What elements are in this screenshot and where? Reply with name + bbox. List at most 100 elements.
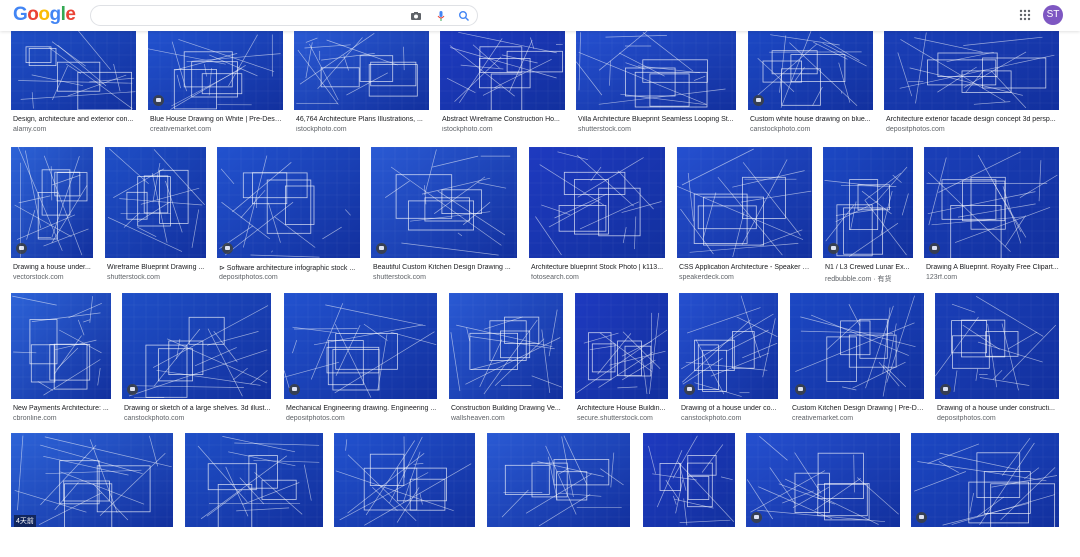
result-title[interactable]: CSS Application Architecture - Speaker D… bbox=[679, 264, 812, 271]
result-title[interactable]: New Payments Architecture: ... bbox=[13, 405, 111, 412]
image-result[interactable]: Construction Building Drawing Ve... walls… bbox=[449, 293, 563, 429]
avatar[interactable]: ST bbox=[1043, 5, 1063, 25]
result-thumbnail[interactable] bbox=[148, 31, 283, 110]
image-result[interactable]: Drawing A Blueprint. Royalty Free Clipar… bbox=[924, 147, 1059, 288]
result-source[interactable]: shutterstock.com bbox=[107, 274, 206, 281]
result-source[interactable]: alamy.com bbox=[13, 126, 136, 133]
result-source[interactable]: cbronline.com bbox=[13, 415, 111, 422]
result-title[interactable]: 46,764 Architecture Plans Illustrations,… bbox=[296, 116, 429, 123]
result-title[interactable]: Beautiful Custom Kitchen Design Drawing … bbox=[373, 264, 517, 271]
result-thumbnail[interactable] bbox=[185, 433, 323, 527]
result-thumbnail[interactable] bbox=[679, 293, 778, 399]
result-source[interactable]: secure.shutterstock.com bbox=[577, 415, 668, 422]
result-source[interactable]: 123rf.com bbox=[926, 274, 1059, 281]
image-result[interactable]: ⊳ Software architecture infographic stoc… bbox=[217, 147, 360, 288]
result-title[interactable]: Mechanical Engineering drawing. Engineer… bbox=[286, 405, 437, 412]
result-thumbnail[interactable] bbox=[748, 31, 873, 110]
result-source[interactable]: depositphotos.com bbox=[219, 274, 360, 281]
result-title[interactable]: Construction Building Drawing Ve... bbox=[451, 405, 563, 412]
result-title[interactable]: Wireframe Blueprint Drawing ... bbox=[107, 264, 206, 271]
image-result[interactable]: Wireframe Blueprint Drawing ... shutterst… bbox=[105, 147, 206, 288]
result-title[interactable]: Abstract Wireframe Construction Ho... bbox=[442, 116, 565, 123]
result-thumbnail[interactable] bbox=[217, 147, 360, 258]
result-source[interactable]: depositphotos.com bbox=[886, 126, 1059, 133]
image-result[interactable]: Architecture blueprint Stock Photo | k11… bbox=[529, 147, 665, 288]
result-thumbnail[interactable] bbox=[440, 31, 565, 110]
result-thumbnail[interactable] bbox=[487, 433, 630, 527]
result-source[interactable]: creativemarket.com bbox=[150, 126, 283, 133]
image-result[interactable]: Blue House Drawing on White | Pre-Desig.… bbox=[148, 31, 283, 140]
result-thumbnail[interactable] bbox=[449, 293, 563, 399]
result-thumbnail[interactable] bbox=[924, 147, 1059, 258]
image-result[interactable]: Architecture exterior facade design conc… bbox=[884, 31, 1059, 140]
result-thumbnail[interactable] bbox=[105, 147, 206, 258]
result-source[interactable]: istockphoto.com bbox=[442, 126, 565, 133]
image-result[interactable]: Architecture House Buildin... secure.shut… bbox=[575, 293, 668, 429]
result-source[interactable]: shutterstock.com bbox=[578, 126, 736, 133]
result-thumbnail[interactable] bbox=[11, 433, 173, 527]
result-source[interactable]: canstockphoto.com bbox=[681, 415, 778, 422]
result-source[interactable]: vectorstock.com bbox=[13, 274, 93, 281]
image-result[interactable] bbox=[746, 433, 900, 557]
image-result[interactable]: Custom Kitchen Design Drawing | Pre-De..… bbox=[790, 293, 924, 429]
result-thumbnail[interactable] bbox=[884, 31, 1059, 110]
image-result[interactable] bbox=[185, 433, 323, 557]
result-source[interactable]: shutterstock.com bbox=[373, 274, 517, 281]
result-thumbnail[interactable] bbox=[823, 147, 913, 258]
result-thumbnail[interactable] bbox=[746, 433, 900, 527]
image-result[interactable]: Drawing of a house under constructi... de… bbox=[935, 293, 1059, 429]
result-title[interactable]: Drawing A Blueprint. Royalty Free Clipar… bbox=[926, 264, 1059, 271]
image-result[interactable]: N1 / L3 Crewed Lunar Ex...redbubble.com … bbox=[823, 147, 913, 288]
camera-icon[interactable] bbox=[409, 9, 423, 23]
result-thumbnail[interactable] bbox=[911, 433, 1059, 527]
result-title[interactable]: Design, architecture and exterior con... bbox=[13, 116, 136, 123]
image-result[interactable]: Beautiful Custom Kitchen Design Drawing … bbox=[371, 147, 517, 288]
result-source[interactable]: canstockphoto.com bbox=[124, 415, 271, 422]
result-source[interactable]: canstockphoto.com bbox=[750, 126, 873, 133]
result-title[interactable]: Drawing or sketch of a large shelves. 3d… bbox=[124, 405, 271, 412]
result-thumbnail[interactable] bbox=[294, 31, 429, 110]
result-source[interactable]: depositphotos.com bbox=[286, 415, 437, 422]
apps-grid-icon[interactable] bbox=[1019, 9, 1031, 21]
result-source[interactable]: fotosearch.com bbox=[531, 274, 665, 281]
result-title[interactable]: Villa Architecture Blueprint Seamless Lo… bbox=[578, 116, 736, 123]
image-result[interactable]: Drawing a house under... vectorstock.com bbox=[11, 147, 93, 288]
result-title[interactable]: Custom Kitchen Design Drawing | Pre-De..… bbox=[792, 405, 924, 412]
result-title[interactable]: N1 / L3 Crewed Lunar Ex... bbox=[825, 264, 913, 271]
image-result[interactable] bbox=[334, 433, 475, 557]
result-thumbnail[interactable] bbox=[529, 147, 665, 258]
result-thumbnail[interactable] bbox=[122, 293, 271, 399]
image-result[interactable]: 46,764 Architecture Plans Illustrations,… bbox=[294, 31, 429, 140]
image-result[interactable]: New Payments Architecture: ... cbronline.… bbox=[11, 293, 111, 429]
result-source[interactable]: depositphotos.com bbox=[937, 415, 1059, 422]
result-source[interactable]: wallsheaven.com bbox=[451, 415, 563, 422]
result-title[interactable]: Architecture exterior facade design conc… bbox=[886, 116, 1059, 123]
image-result[interactable]: Drawing or sketch of a large shelves. 3d… bbox=[122, 293, 271, 429]
result-thumbnail[interactable] bbox=[334, 433, 475, 527]
result-thumbnail[interactable] bbox=[11, 31, 136, 110]
result-title[interactable]: Blue House Drawing on White | Pre-Desig.… bbox=[150, 116, 283, 123]
result-thumbnail[interactable] bbox=[643, 433, 735, 527]
search-box[interactable] bbox=[90, 5, 478, 26]
image-result[interactable]: Mechanical Engineering drawing. Engineer… bbox=[284, 293, 437, 429]
result-thumbnail[interactable] bbox=[677, 147, 812, 258]
image-result[interactable]: Custom white house drawing on blue...can… bbox=[748, 31, 873, 140]
image-result[interactable] bbox=[487, 433, 630, 557]
result-title[interactable]: Drawing a house under... bbox=[13, 264, 93, 271]
result-thumbnail[interactable] bbox=[284, 293, 437, 399]
result-thumbnail[interactable] bbox=[576, 31, 736, 110]
image-result[interactable]: Villa Architecture Blueprint Seamless Lo… bbox=[576, 31, 736, 140]
result-source[interactable]: speakerdeck.com bbox=[679, 274, 812, 281]
result-source[interactable]: creativemarket.com bbox=[792, 415, 924, 422]
result-thumbnail[interactable] bbox=[935, 293, 1059, 399]
image-result[interactable] bbox=[911, 433, 1059, 557]
image-result[interactable] bbox=[643, 433, 735, 557]
google-logo[interactable]: Google bbox=[13, 4, 75, 26]
result-title[interactable]: Drawing of a house under constructi... bbox=[937, 405, 1059, 412]
result-thumbnail[interactable] bbox=[11, 147, 93, 258]
image-result[interactable]: Abstract Wireframe Construction Ho... ist… bbox=[440, 31, 565, 140]
result-thumbnail[interactable] bbox=[371, 147, 517, 258]
image-result[interactable]: Design, architecture and exterior con...… bbox=[11, 31, 136, 140]
result-title[interactable]: Architecture House Buildin... bbox=[577, 405, 668, 412]
result-thumbnail[interactable] bbox=[575, 293, 668, 399]
